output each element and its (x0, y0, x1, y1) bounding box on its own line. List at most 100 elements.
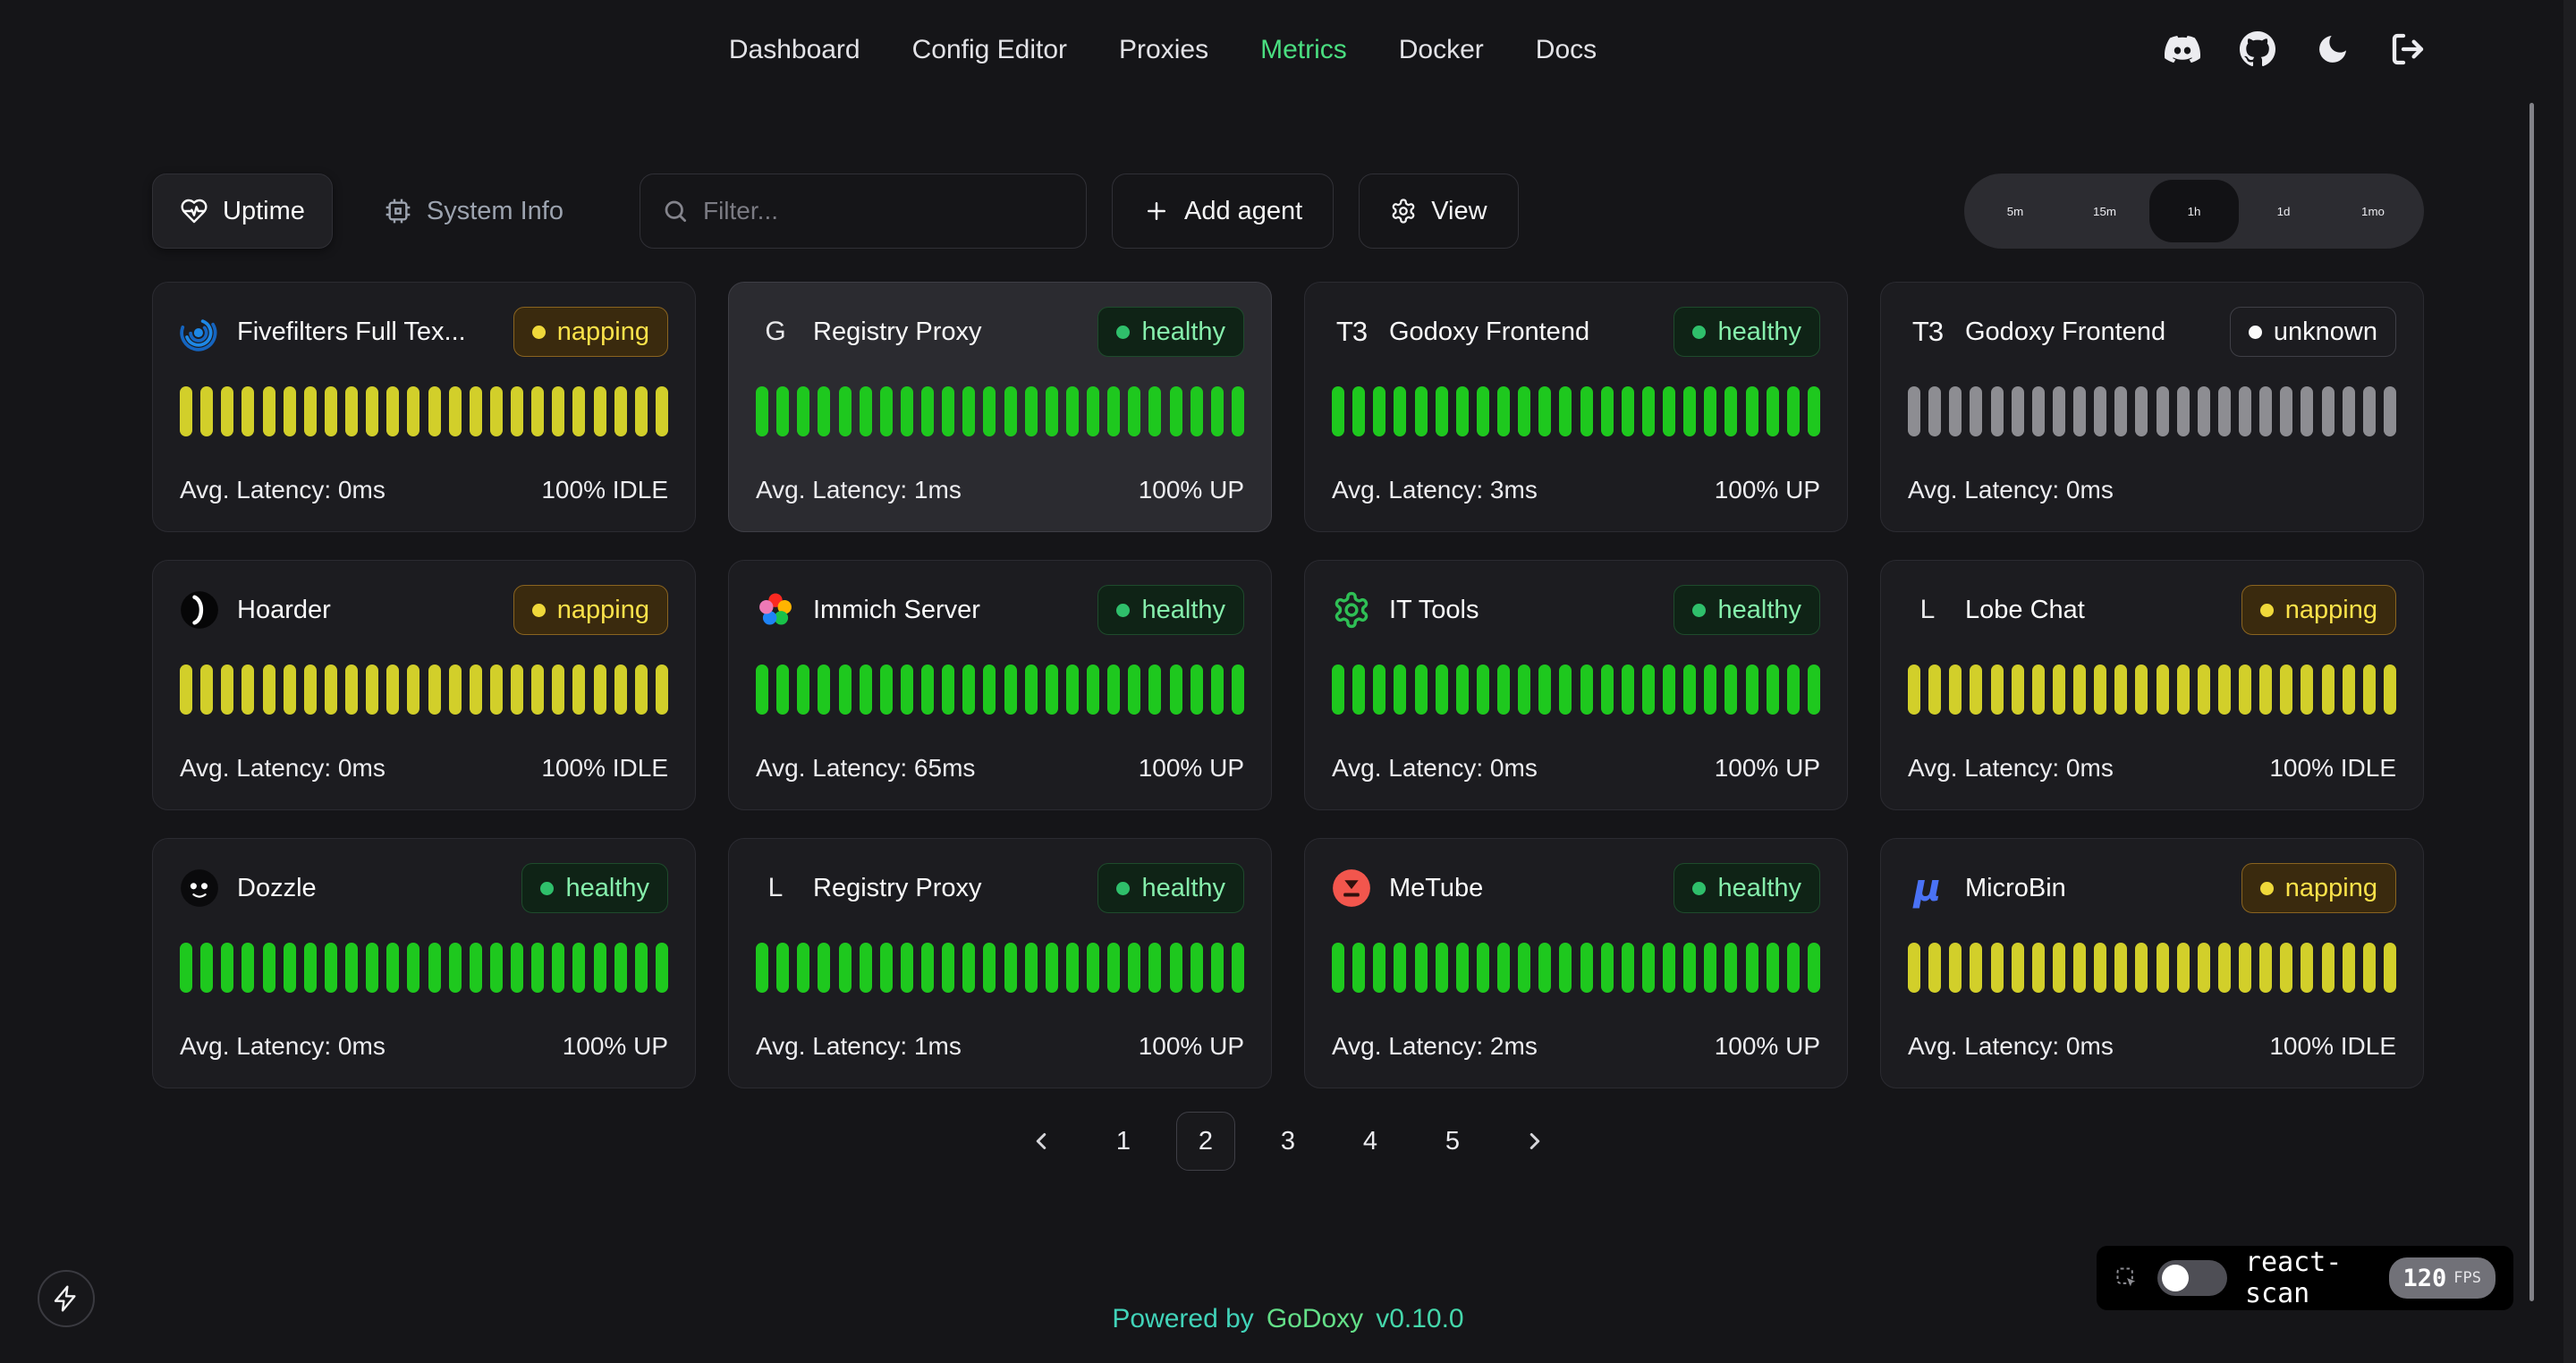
uptime-bar (962, 943, 975, 993)
status-badge-napping: napping (513, 585, 668, 635)
quick-actions-button[interactable] (38, 1270, 95, 1327)
uptime-card-microbin[interactable]: μMicroBinnappingAvg. Latency: 0ms100% ID… (1880, 838, 2424, 1088)
uptime-card-registry-proxy[interactable]: GRegistry ProxyhealthyAvg. Latency: 1ms1… (728, 282, 1272, 532)
fps-unit: FPS (2453, 1269, 2481, 1287)
uptime-bar (1373, 943, 1385, 993)
card-stats: Avg. Latency: 0ms100% UP (1332, 754, 1820, 786)
time-range-15m[interactable]: 15m (2060, 180, 2149, 242)
powered-by-text: Powered by (1112, 1304, 1253, 1334)
uptime-bar (2114, 943, 2127, 993)
uptime-bar (1970, 943, 1982, 993)
status-badge-napping: napping (513, 307, 668, 357)
time-range-1h[interactable]: 1h (2149, 180, 2239, 242)
logout-button[interactable] (2390, 31, 2426, 70)
uptime-bar (2239, 943, 2251, 993)
tab-system-info[interactable]: System Info (356, 174, 591, 249)
page-2-button[interactable]: 2 (1176, 1112, 1235, 1171)
uptime-percent: 100% IDLE (541, 476, 668, 504)
status-dot (532, 604, 546, 617)
page-5-button[interactable]: 5 (1423, 1112, 1482, 1171)
uptime-bar (407, 386, 419, 436)
uptime-bar (428, 386, 441, 436)
uptime-card-it-tools[interactable]: IT ToolshealthyAvg. Latency: 0ms100% UP (1304, 560, 1848, 810)
status-label: healthy (1141, 317, 1225, 347)
add-agent-button[interactable]: Add agent (1112, 174, 1334, 249)
uptime-bar (2280, 943, 2292, 993)
filter-input[interactable] (703, 197, 1064, 225)
time-range-1mo[interactable]: 1mo (2328, 180, 2418, 242)
uptime-bar (2012, 665, 2024, 715)
uptime-card-immich-server[interactable]: Immich ServerhealthyAvg. Latency: 65ms10… (728, 560, 1272, 810)
uptime-card-fivefilters-full-tex[interactable]: Fivefilters Full Tex...nappingAvg. Laten… (152, 282, 696, 532)
status-label: healthy (1717, 596, 1801, 625)
uptime-bar (1642, 943, 1655, 993)
scrollbar-thumb[interactable] (2529, 103, 2534, 1301)
discord-button[interactable] (2165, 31, 2200, 70)
uptime-bar (552, 943, 564, 993)
uptime-bar (366, 386, 378, 436)
inspect-icon[interactable] (2114, 1262, 2140, 1294)
uptime-bar (449, 943, 462, 993)
nav-item-docker[interactable]: Docker (1399, 35, 1484, 65)
page-1-button[interactable]: 1 (1094, 1112, 1153, 1171)
search-icon (662, 198, 689, 224)
uptime-bar (2301, 943, 2313, 993)
uptime-bar (2032, 665, 2045, 715)
uptime-bar (242, 665, 254, 715)
uptime-bar (2301, 665, 2313, 715)
uptime-bar (1332, 665, 1344, 715)
version-link[interactable]: v0.10.0 (1376, 1304, 1463, 1334)
uptime-card-metube[interactable]: MeTubehealthyAvg. Latency: 2ms100% UP (1304, 838, 1848, 1088)
uptime-bar (2239, 665, 2251, 715)
uptime-bar (1601, 943, 1614, 993)
uptime-bar (325, 943, 337, 993)
uptime-percent: 100% IDLE (541, 754, 668, 783)
chevron-left-icon (1028, 1128, 1055, 1155)
nav-item-docs[interactable]: Docs (1536, 35, 1597, 65)
uptime-bar (386, 943, 399, 993)
status-badge-napping: napping (2241, 585, 2396, 635)
moon-button[interactable] (2315, 31, 2351, 70)
uptime-card-godoxy-frontend[interactable]: T3Godoxy FrontendunknownAvg. Latency: 0m… (1880, 282, 2424, 532)
nav-item-metrics[interactable]: Metrics (1260, 35, 1347, 65)
status-label: napping (557, 317, 649, 347)
uptime-bar (1497, 665, 1510, 715)
uptime-card-dozzle[interactable]: DozzlehealthyAvg. Latency: 0ms100% UP (152, 838, 696, 1088)
uptime-card-registry-proxy[interactable]: LRegistry ProxyhealthyAvg. Latency: 1ms1… (728, 838, 1272, 1088)
next-page-button[interactable] (1505, 1112, 1564, 1171)
card-header: GRegistry Proxyhealthy (756, 306, 1244, 358)
godoxy-link[interactable]: GoDoxy (1267, 1304, 1363, 1334)
uptime-bar (552, 665, 564, 715)
uptime-card-hoarder[interactable]: HoardernappingAvg. Latency: 0ms100% IDLE (152, 560, 696, 810)
avg-latency: Avg. Latency: 0ms (1332, 754, 1538, 783)
card-header: LRegistry Proxyhealthy (756, 862, 1244, 914)
time-range-5m[interactable]: 5m (1970, 180, 2060, 242)
status-label: unknown (2274, 317, 2377, 347)
react-scan-toggle[interactable] (2157, 1260, 2227, 1296)
card-stats: Avg. Latency: 3ms100% UP (1332, 476, 1820, 508)
uptime-bar (1704, 386, 1716, 436)
uptime-bar (1642, 386, 1655, 436)
uptime-bar (1642, 665, 1655, 715)
card-header: Dozzlehealthy (180, 862, 668, 914)
app-name: Fivefilters Full Tex... (237, 317, 466, 347)
nav-item-dashboard[interactable]: Dashboard (729, 35, 860, 65)
uptime-card-lobe-chat[interactable]: LLobe ChatnappingAvg. Latency: 0ms100% I… (1880, 560, 2424, 810)
uptime-bar (1456, 943, 1469, 993)
page-3-button[interactable]: 3 (1258, 1112, 1318, 1171)
uptime-bar (221, 665, 233, 715)
page-4-button[interactable]: 4 (1341, 1112, 1400, 1171)
uptime-bar (2198, 665, 2210, 715)
nav-item-config-editor[interactable]: Config Editor (912, 35, 1067, 65)
prev-page-button[interactable] (1012, 1112, 1071, 1171)
time-range-1d[interactable]: 1d (2239, 180, 2328, 242)
view-button[interactable]: View (1359, 174, 1518, 249)
github-button[interactable] (2240, 31, 2275, 70)
tab-uptime[interactable]: Uptime (152, 174, 333, 249)
uptime-card-godoxy-frontend[interactable]: T3Godoxy FrontendhealthyAvg. Latency: 3m… (1304, 282, 1848, 532)
uptime-bar (1559, 386, 1572, 436)
nav-item-proxies[interactable]: Proxies (1119, 35, 1208, 65)
uptime-bar (2280, 386, 2292, 436)
uptime-bar (1170, 665, 1182, 715)
uptime-bar (2218, 665, 2231, 715)
